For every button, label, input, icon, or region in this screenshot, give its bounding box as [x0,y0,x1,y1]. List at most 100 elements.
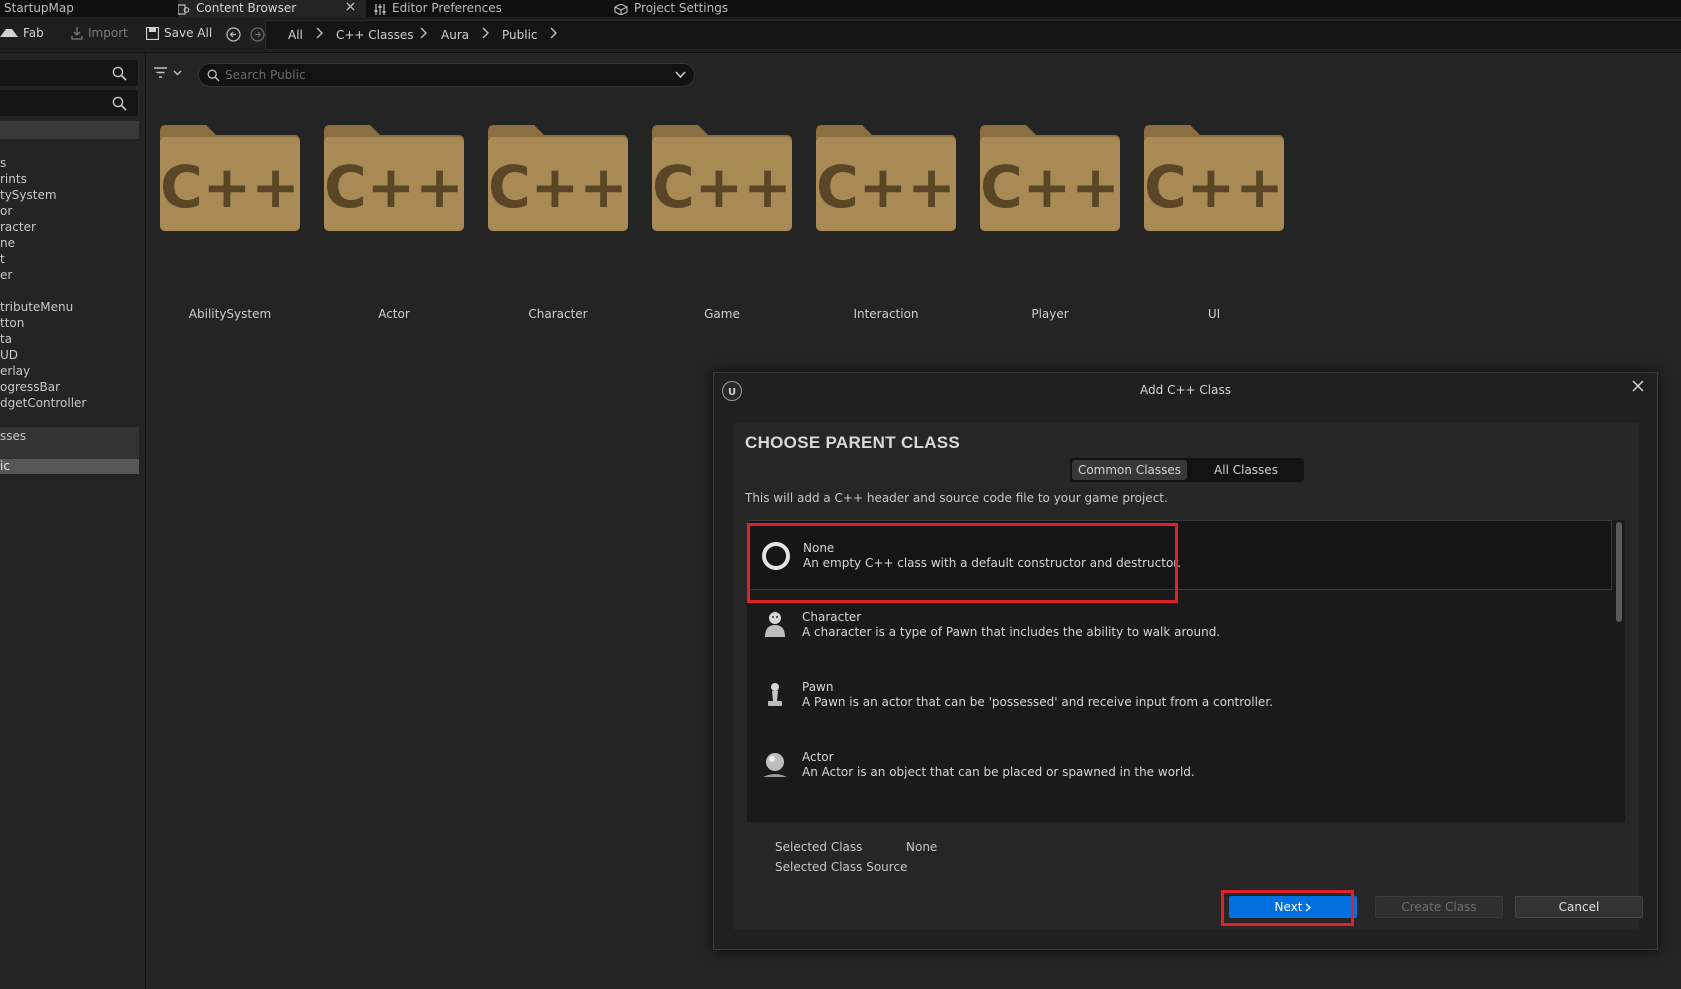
import-label: Import [88,26,128,40]
breadcrumb-all[interactable]: All [288,28,303,42]
selected-class-label: Selected Class [775,840,863,854]
class-row-none[interactable]: None An empty C++ class with a default c… [747,520,1612,590]
folder-ui[interactable]: C++ UI [1130,111,1284,321]
dialog-body: CHOOSE PARENT CLASS Common Classes All C… [734,423,1643,930]
sidebar-item[interactable]: ta [0,332,12,346]
sidebar-item[interactable]: rints [0,172,27,186]
content-browser-toolbar: Fab Import Save All All C++ Classes Aura… [0,17,1681,53]
sidebar-item[interactable]: racter [0,220,36,234]
breadcrumb-public[interactable]: Public [502,28,538,42]
sidebar-item[interactable]: UD [0,348,18,362]
folder-label: Actor [378,307,410,321]
tab-all-classes[interactable]: All Classes [1190,460,1302,480]
folder-actor[interactable]: C++ Actor [310,111,464,321]
sidebar-item[interactable]: tySystem [0,188,57,202]
folder-interaction[interactable]: C++ Interaction [802,111,956,321]
folder-label: Game [704,307,740,321]
character-icon [765,612,785,637]
save-all-button[interactable]: Save All [146,26,212,40]
sidebar-item-label: ic [0,459,10,473]
class-name: None [803,541,835,555]
folder-game[interactable]: C++ Game [638,111,792,321]
chevron-right-icon[interactable] [314,26,324,40]
search-field[interactable] [198,63,695,87]
folder-character[interactable]: C++ Character [474,111,628,321]
tab-content-browser[interactable]: Content Browser [178,0,366,17]
search-icon[interactable] [112,66,127,81]
list-scrollbar[interactable] [1616,522,1622,622]
chevron-down-icon[interactable] [675,71,686,79]
cpp-folder-icon: C++ [160,125,300,231]
import-icon [71,27,83,40]
tab-project-settings[interactable]: Project Settings [614,0,794,17]
chevron-right-icon[interactable] [548,26,558,40]
search-input[interactable] [225,66,665,84]
chevron-right-icon [1306,902,1312,912]
cpp-folder-icon: C++ [816,125,956,231]
breadcrumb-aura[interactable]: Aura [441,28,469,42]
dialog-title: Add C++ Class [1140,383,1231,397]
class-filter-tabs: Common Classes All Classes [1070,458,1304,482]
sidebar-item[interactable]: tton [0,316,24,330]
sliders-icon [374,4,386,15]
class-name: Actor [802,750,834,764]
fab-button[interactable]: Fab [0,26,44,40]
sidebar-item[interactable]: ne [0,236,15,250]
class-row-pawn[interactable]: Pawn A Pawn is an actor that can be 'pos… [747,660,1612,730]
sidebar-search-field[interactable] [0,90,139,116]
class-description: A character is a type of Pawn that inclu… [802,625,1221,639]
folder-abilitysystem[interactable]: C++ AbilitySystem [146,111,300,321]
tab-startupmap[interactable]: StartupMap [0,0,170,17]
close-icon[interactable] [1631,379,1645,393]
create-class-button[interactable]: Create Class [1375,896,1503,918]
breadcrumb-cpp-classes[interactable]: C++ Classes [336,28,414,42]
next-label: Next [1274,900,1303,914]
sources-panel: s rints tySystem or racter ne t er tribu… [0,53,146,989]
fab-icon [0,29,18,37]
sidebar-item[interactable]: ogressBar [0,380,60,394]
content-browser-icon [178,4,190,15]
next-button[interactable]: Next [1229,896,1357,918]
editor-tab-bar: StartupMap Content Browser Editor Prefer… [0,0,1681,17]
folder-label: UI [1207,307,1221,321]
sidebar-item[interactable]: s [0,156,6,170]
search-icon[interactable] [112,96,127,111]
folder-icon-text: C++ [160,153,300,221]
cube-icon [614,4,628,15]
tab-label: Content Browser [196,1,297,15]
sidebar-item[interactable]: er [0,268,12,282]
cpp-folder-icon: C++ [1144,125,1284,231]
sidebar-item[interactable]: t [0,252,5,266]
class-row-character[interactable]: Character A character is a type of Pawn … [747,590,1612,660]
tab-common-classes[interactable]: Common Classes [1072,460,1187,480]
sidebar-search-field[interactable] [0,60,139,86]
sidebar-item[interactable]: tributeMenu [0,300,73,314]
empty-circle-icon [762,542,790,570]
sidebar-item[interactable]: erlay [0,364,30,378]
folder-label: Player [1031,307,1069,321]
cancel-button[interactable]: Cancel [1515,896,1643,918]
tab-editor-preferences[interactable]: Editor Preferences [374,0,564,17]
dialog-description: This will add a C++ header and source co… [745,491,1168,505]
sidebar-item[interactable]: dgetController [0,396,86,410]
chevron-right-icon[interactable] [480,26,490,40]
import-button[interactable]: Import [70,26,128,40]
cpp-folder-icon: C++ [652,125,792,231]
sidebar-item-public[interactable]: ic [0,459,139,474]
back-arrow-icon[interactable] [226,27,241,42]
forward-arrow-icon[interactable] [250,27,265,42]
page-title: CHOOSE PARENT CLASS [745,433,961,452]
close-icon[interactable] [346,2,355,11]
folder-player[interactable]: C++ Player [966,111,1120,321]
tab-label: StartupMap [4,1,74,15]
class-row-actor[interactable]: Actor An Actor is an object that can be … [747,730,1612,800]
class-name: Character [802,610,862,624]
chevron-right-icon[interactable] [418,26,428,40]
sidebar-item[interactable]: or [0,204,12,218]
folder-icon-text: C++ [816,153,956,221]
sidebar-item-classes[interactable]: sses [0,427,139,461]
selected-class-source-label: Selected Class Source [775,860,908,874]
cpp-folder-icon: C++ [324,125,464,231]
tab-label: Project Settings [634,1,729,15]
selected-class-value: None [906,840,938,854]
